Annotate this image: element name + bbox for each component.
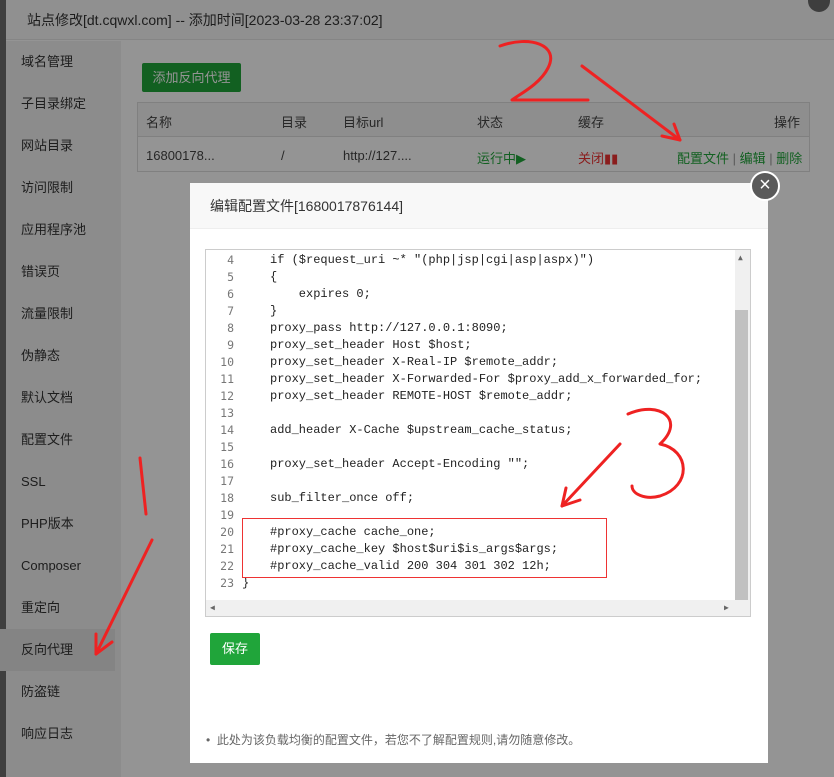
annotation-arrow-3 — [560, 442, 622, 508]
annotation-number-3 — [626, 408, 685, 499]
annotation-number-2 — [498, 40, 590, 102]
annotation-arrow-1 — [94, 538, 154, 656]
annotation-arrow-2 — [580, 64, 682, 142]
handwritten-annotations — [94, 40, 685, 656]
annotation-number-1 — [138, 456, 148, 516]
